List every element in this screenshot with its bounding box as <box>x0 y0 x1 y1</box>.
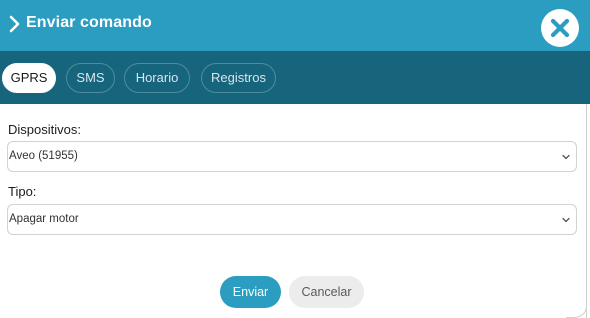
chevron-right-icon <box>9 15 20 33</box>
dialog-corner <box>566 295 587 318</box>
close-icon <box>550 18 570 38</box>
dialog-title: Enviar comando <box>26 14 152 31</box>
chevron-down-icon <box>562 154 570 160</box>
devices-label: Dispositivos: <box>8 122 81 137</box>
close-button[interactable] <box>541 9 579 47</box>
dialog-edge <box>586 104 587 318</box>
type-label: Tipo: <box>8 184 37 199</box>
tab-gprs[interactable]: GPRS <box>2 63 56 93</box>
command-tabs: GPRS SMS Horario Registros <box>0 51 590 104</box>
chevron-down-icon <box>562 217 570 223</box>
tab-registros[interactable]: Registros <box>201 63 276 93</box>
send-command-dialog: Enviar comando GPRS SMS Horario Registro… <box>0 0 590 318</box>
cancel-button[interactable]: Cancelar <box>289 276 364 308</box>
type-select[interactable]: Apagar motor <box>7 204 577 235</box>
dialog-header: Enviar comando <box>0 0 590 51</box>
send-button[interactable]: Enviar <box>220 276 281 308</box>
tab-sms[interactable]: SMS <box>66 63 115 93</box>
devices-selected-value: Aveo (51955) <box>9 150 78 162</box>
tab-horario[interactable]: Horario <box>124 63 190 93</box>
type-selected-value: Apagar motor <box>9 213 79 225</box>
devices-select[interactable]: Aveo (51955) <box>7 141 577 172</box>
